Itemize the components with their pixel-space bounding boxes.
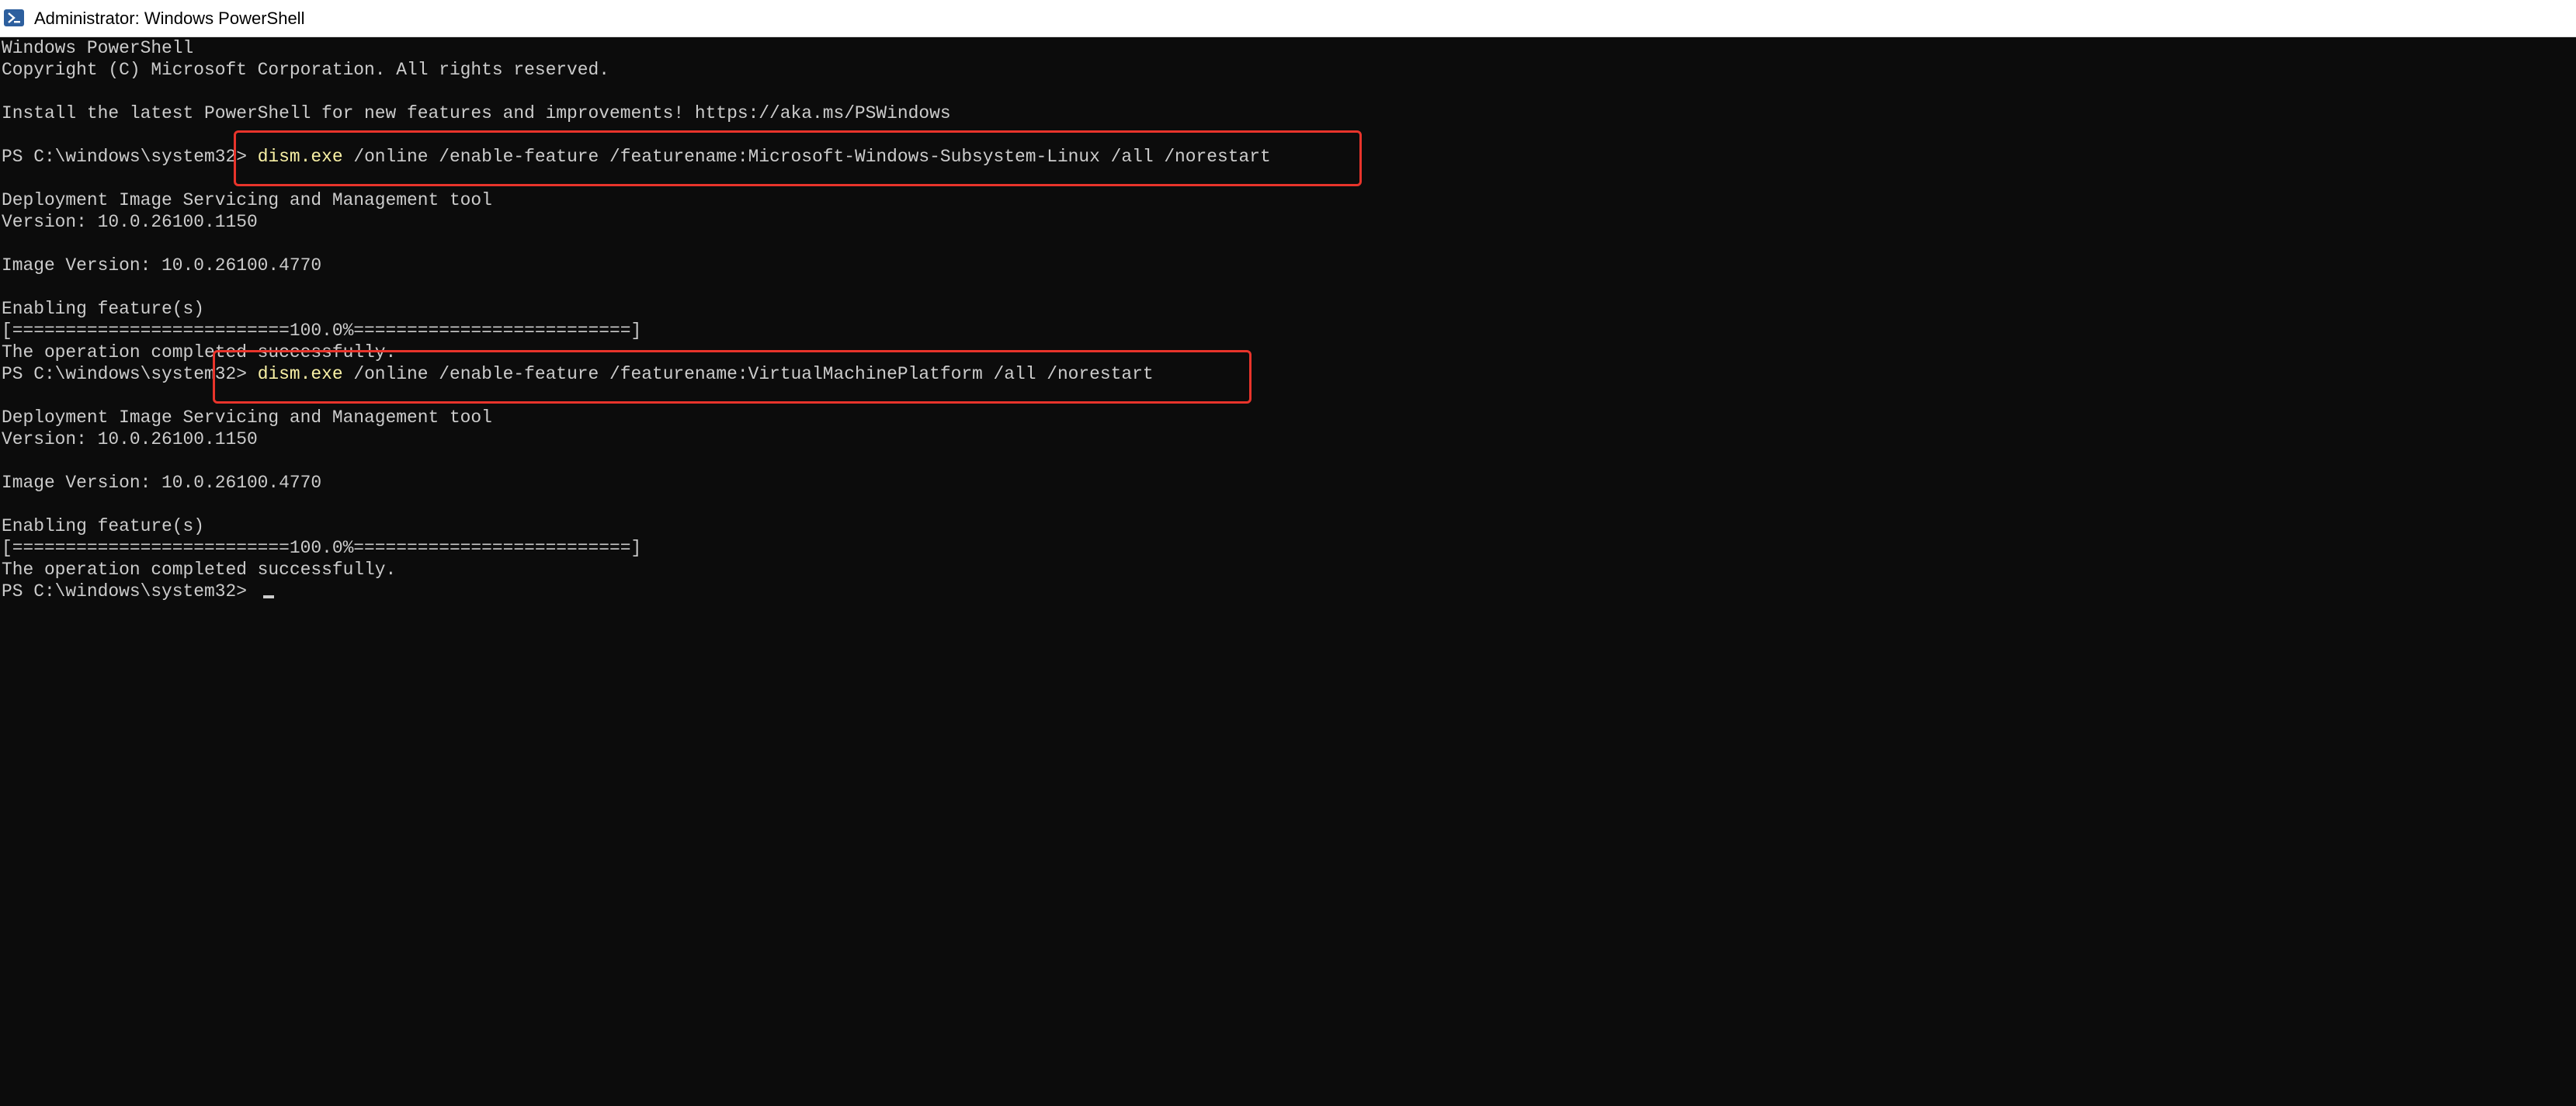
output-line: Enabling feature(s) — [2, 299, 204, 319]
output-line: Image Version: 10.0.26100.4770 — [2, 473, 322, 493]
output-line: Image Version: 10.0.26100.4770 — [2, 255, 322, 276]
title-bar[interactable]: Administrator: Windows PowerShell — [0, 0, 2576, 37]
console-output[interactable]: Windows PowerShell Copyright (C) Microso… — [0, 37, 2576, 1106]
window-title: Administrator: Windows PowerShell — [34, 9, 305, 28]
banner-line: Windows PowerShell — [2, 38, 194, 58]
progress-bar-text: [==========================100.0%=======… — [2, 321, 642, 341]
highlight-box-command-2 — [213, 350, 1252, 404]
output-line: The operation completed successfully. — [2, 560, 397, 580]
output-line: Deployment Image Servicing and Managemen… — [2, 190, 492, 210]
text-cursor — [263, 595, 274, 598]
banner-line: Copyright (C) Microsoft Corporation. All… — [2, 60, 609, 80]
powershell-window: Administrator: Windows PowerShell Window… — [0, 0, 2576, 1106]
output-line: Version: 10.0.26100.1150 — [2, 429, 258, 449]
current-prompt[interactable]: PS C:\windows\system32> — [2, 581, 258, 602]
prompt: PS C:\windows\system32> — [2, 147, 258, 167]
banner-line: Install the latest PowerShell for new fe… — [2, 103, 951, 123]
output-line: Version: 10.0.26100.1150 — [2, 212, 258, 232]
output-line: Deployment Image Servicing and Managemen… — [2, 407, 492, 428]
highlight-box-command-1 — [234, 130, 1362, 186]
output-line: Enabling feature(s) — [2, 516, 204, 536]
progress-bar-text: [==========================100.0%=======… — [2, 538, 642, 558]
powershell-icon — [4, 9, 24, 26]
